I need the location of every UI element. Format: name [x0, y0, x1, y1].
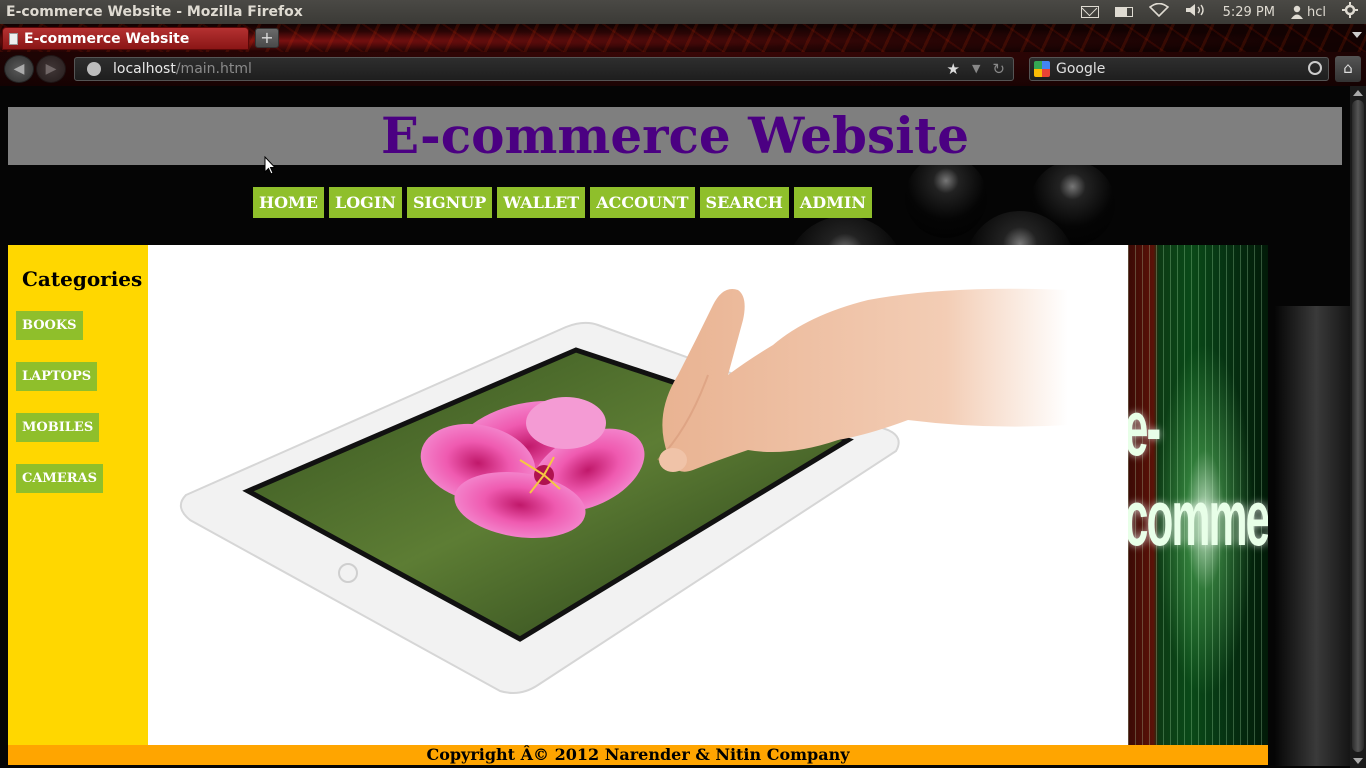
menu-wallet[interactable]: WALLET	[497, 187, 586, 218]
home-button[interactable]: ⌂	[1335, 56, 1361, 82]
back-button[interactable]: ◀	[4, 55, 34, 83]
page-content: E-commerce Website HOME LOGIN SIGNUP WAL…	[0, 86, 1350, 768]
battery-icon[interactable]	[1114, 7, 1133, 17]
page-icon	[9, 32, 18, 45]
window-title: E-commerce Website - Mozilla Firefox	[6, 4, 303, 20]
decorative-orb	[905, 156, 987, 238]
categories-sidebar: Categories BOOKS LAPTOPS MOBILES CAMERAS	[8, 245, 148, 745]
system-tray: 5:29 PM hcl	[1080, 2, 1366, 22]
clock[interactable]: 5:29 PM	[1223, 5, 1275, 20]
mouse-cursor-icon	[264, 156, 276, 175]
menu-account[interactable]: ACCOUNT	[590, 187, 695, 218]
menu-home[interactable]: HOME	[253, 187, 324, 218]
hero-tablet-image	[148, 245, 1128, 745]
bookmark-star-icon[interactable]: ★	[947, 60, 960, 78]
menu-search[interactable]: SEARCH	[699, 187, 789, 218]
os-top-panel: E-commerce Website - Mozilla Firefox 5:2…	[0, 0, 1366, 24]
scroll-up-icon[interactable]	[1353, 90, 1363, 96]
search-icon[interactable]	[1308, 61, 1322, 75]
tab-strip: E-commerce Website +	[0, 24, 1366, 52]
search-placeholder: Google	[1056, 61, 1106, 77]
list-all-tabs-icon[interactable]	[1352, 32, 1362, 38]
user-name: hcl	[1307, 4, 1326, 20]
site-header: E-commerce Website	[8, 107, 1342, 165]
category-laptops[interactable]: LAPTOPS	[16, 362, 98, 391]
gear-icon[interactable]	[1342, 2, 1358, 22]
menu-login[interactable]: LOGIN	[328, 187, 402, 218]
ecommerce-banner-image: e-commerce	[1128, 245, 1268, 745]
category-books[interactable]: BOOKS	[16, 311, 83, 340]
volume-icon[interactable]	[1185, 3, 1207, 21]
navigation-toolbar: ◀ ▶ localhost /main.html ★ ▼ ↻ Google ⌂	[0, 52, 1366, 86]
mail-icon[interactable]	[1080, 6, 1099, 18]
copyright-text: Copyright Â© 2012 Narender & Nitin Compa…	[426, 745, 850, 764]
vertical-scrollbar[interactable]	[1350, 86, 1366, 768]
site-footer: Copyright Â© 2012 Narender & Nitin Compa…	[8, 745, 1268, 765]
wifi-icon[interactable]	[1148, 2, 1169, 21]
banner-text: e-commerce	[1128, 385, 1268, 564]
menu-signup[interactable]: SIGNUP	[406, 187, 493, 218]
url-path: /main.html	[175, 61, 252, 77]
site-identity-icon[interactable]	[87, 62, 101, 76]
google-icon[interactable]	[1034, 61, 1050, 77]
category-cameras[interactable]: CAMERAS	[16, 464, 104, 493]
category-mobiles[interactable]: MOBILES	[16, 413, 100, 442]
menu-admin[interactable]: ADMIN	[793, 187, 872, 218]
user-icon	[1291, 5, 1303, 19]
site-title: E-commerce Website	[380, 106, 970, 165]
background-decoration	[1275, 306, 1350, 766]
reload-icon[interactable]: ↻	[992, 60, 1005, 78]
scrollbar-thumb[interactable]	[1352, 100, 1364, 752]
url-bar[interactable]: localhost /main.html ★ ▼ ↻	[74, 57, 1014, 81]
desktop-screen: E-commerce Website - Mozilla Firefox 5:2…	[0, 0, 1366, 768]
tab-title: E-commerce Website	[24, 30, 190, 47]
main-menu: HOME LOGIN SIGNUP WALLET ACCOUNT SEARCH …	[253, 187, 872, 218]
url-dropdown-icon[interactable]: ▼	[972, 60, 980, 78]
url-host: localhost	[113, 61, 176, 77]
user-menu[interactable]: hcl	[1291, 5, 1326, 20]
forward-button[interactable]: ▶	[36, 55, 66, 83]
new-tab-button[interactable]: +	[255, 28, 279, 48]
search-bar[interactable]: Google	[1029, 57, 1329, 81]
categories-heading: Categories	[22, 267, 143, 291]
scroll-down-icon[interactable]	[1353, 758, 1363, 764]
url-actions: ★ ▼ ↻	[947, 60, 1006, 78]
tab-ecommerce[interactable]: E-commerce Website	[2, 27, 249, 50]
